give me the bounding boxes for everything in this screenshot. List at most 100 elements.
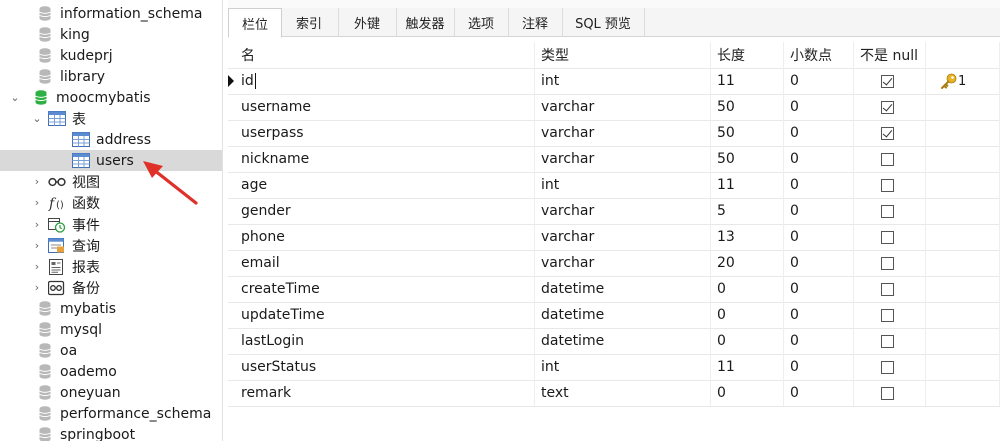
table-row[interactable]: email varchar 20 0	[228, 250, 1000, 277]
cell-length[interactable]: 11	[711, 172, 784, 198]
not-null-checkbox[interactable]	[881, 74, 894, 88]
tree-item-事件[interactable]: › 事件	[0, 214, 222, 235]
cell-type[interactable]: int	[535, 354, 711, 380]
tree-item-information_schema[interactable]: information_schema	[0, 3, 222, 24]
not-null-checkbox[interactable]	[881, 386, 894, 400]
cell-name[interactable]: age	[235, 172, 535, 198]
tree-item-函数[interactable]: › f() 函数	[0, 192, 222, 213]
cell-length[interactable]: 13	[711, 224, 784, 250]
cell-not-null[interactable]	[854, 68, 926, 94]
cell-decimals[interactable]: 0	[784, 276, 854, 302]
cell-decimals[interactable]: 0	[784, 172, 854, 198]
not-null-checkbox[interactable]	[881, 230, 894, 244]
cell-type[interactable]: datetime	[535, 328, 711, 354]
cell-type[interactable]: varchar	[535, 120, 711, 146]
tree-item-oa[interactable]: oa	[0, 340, 222, 361]
expand-chevron-icon[interactable]: ⌄	[30, 112, 44, 126]
cell-length[interactable]: 20	[711, 250, 784, 276]
table-row[interactable]: remark text 0 0	[228, 380, 1000, 407]
cell-decimals[interactable]: 0	[784, 328, 854, 354]
cell-length[interactable]: 50	[711, 94, 784, 120]
cell-decimals[interactable]: 0	[784, 302, 854, 328]
tree-item-视图[interactable]: › 视图	[0, 171, 222, 192]
not-null-checkbox[interactable]	[881, 152, 894, 166]
tree-item-备份[interactable]: › 备份	[0, 277, 222, 298]
cell-decimals[interactable]: 0	[784, 380, 854, 406]
cell-length[interactable]: 5	[711, 198, 784, 224]
cell-name[interactable]: nickname	[235, 146, 535, 172]
cell-name[interactable]: updateTime	[235, 302, 535, 328]
not-null-checkbox[interactable]	[881, 308, 894, 322]
tab-触发器[interactable]: 触发器	[396, 8, 455, 36]
cell-not-null[interactable]	[854, 224, 926, 250]
not-null-checkbox[interactable]	[881, 178, 894, 192]
cell-key[interactable]	[926, 172, 1000, 198]
cell-not-null[interactable]	[854, 276, 926, 302]
cell-not-null[interactable]	[854, 198, 926, 224]
tree-item-oneyuan[interactable]: oneyuan	[0, 382, 222, 403]
table-row[interactable]: gender varchar 5 0	[228, 198, 1000, 225]
cell-decimals[interactable]: 0	[784, 224, 854, 250]
not-null-checkbox[interactable]	[881, 100, 894, 114]
cell-type[interactable]: varchar	[535, 94, 711, 120]
not-null-checkbox[interactable]	[881, 334, 894, 348]
cell-key[interactable]	[926, 302, 1000, 328]
expand-chevron-icon[interactable]: ⌄	[8, 91, 22, 105]
table-row[interactable]: username varchar 50 0	[228, 94, 1000, 121]
cell-type[interactable]: datetime	[535, 302, 711, 328]
cell-name[interactable]: remark	[235, 380, 535, 406]
table-row[interactable]: userStatus int 11 0	[228, 354, 1000, 381]
tree-item-表[interactable]: ⌄ 表	[0, 108, 222, 129]
cell-key[interactable]	[926, 224, 1000, 250]
tab-栏位[interactable]: 栏位	[228, 8, 282, 38]
collapsed-chevron-icon[interactable]: ›	[30, 196, 44, 210]
cell-not-null[interactable]	[854, 380, 926, 406]
cell-name[interactable]: username	[235, 94, 535, 120]
cell-not-null[interactable]	[854, 120, 926, 146]
tree-item-oademo[interactable]: oademo	[0, 361, 222, 382]
table-row[interactable]: nickname varchar 50 0	[228, 146, 1000, 173]
tab-注释[interactable]: 注释	[508, 8, 563, 36]
cell-decimals[interactable]: 0	[784, 198, 854, 224]
not-null-checkbox[interactable]	[881, 256, 894, 270]
cell-decimals[interactable]: 0	[784, 146, 854, 172]
cell-not-null[interactable]	[854, 94, 926, 120]
tree-item-address[interactable]: address	[0, 129, 222, 150]
tree-item-mysql[interactable]: mysql	[0, 319, 222, 340]
cell-length[interactable]: 11	[711, 68, 784, 94]
table-row[interactable]: updateTime datetime 0 0	[228, 302, 1000, 329]
cell-type[interactable]: int	[535, 172, 711, 198]
collapsed-chevron-icon[interactable]: ›	[30, 260, 44, 274]
cell-key[interactable]	[926, 276, 1000, 302]
cell-type[interactable]: varchar	[535, 198, 711, 224]
cell-not-null[interactable]	[854, 328, 926, 354]
cell-type[interactable]: varchar	[535, 146, 711, 172]
cell-key[interactable]	[926, 380, 1000, 406]
cell-decimals[interactable]: 0	[784, 68, 854, 94]
cell-key[interactable]	[926, 250, 1000, 276]
cell-name[interactable]: phone	[235, 224, 535, 250]
not-null-checkbox[interactable]	[881, 204, 894, 218]
cell-length[interactable]: 50	[711, 146, 784, 172]
table-row[interactable]: userpass varchar 50 0	[228, 120, 1000, 147]
cell-decimals[interactable]: 0	[784, 94, 854, 120]
cell-name[interactable]: id	[235, 68, 535, 94]
table-row[interactable]: phone varchar 13 0	[228, 224, 1000, 251]
cell-type[interactable]: varchar	[535, 250, 711, 276]
table-row[interactable]: lastLogin datetime 0 0	[228, 328, 1000, 355]
tree-item-users[interactable]: users	[0, 150, 222, 171]
cell-name[interactable]: email	[235, 250, 535, 276]
tree-item-springboot[interactable]: springboot	[0, 424, 222, 441]
cell-name[interactable]: userStatus	[235, 354, 535, 380]
cell-length[interactable]: 11	[711, 354, 784, 380]
tab-索引[interactable]: 索引	[280, 8, 339, 36]
tree-item-kudeprj[interactable]: kudeprj	[0, 45, 222, 66]
not-null-checkbox[interactable]	[881, 126, 894, 140]
not-null-checkbox[interactable]	[881, 360, 894, 374]
cell-length[interactable]: 0	[711, 380, 784, 406]
cell-type[interactable]: text	[535, 380, 711, 406]
cell-name[interactable]: createTime	[235, 276, 535, 302]
cell-key[interactable]	[926, 94, 1000, 120]
cell-key[interactable]	[926, 198, 1000, 224]
tree-item-mybatis[interactable]: mybatis	[0, 298, 222, 319]
